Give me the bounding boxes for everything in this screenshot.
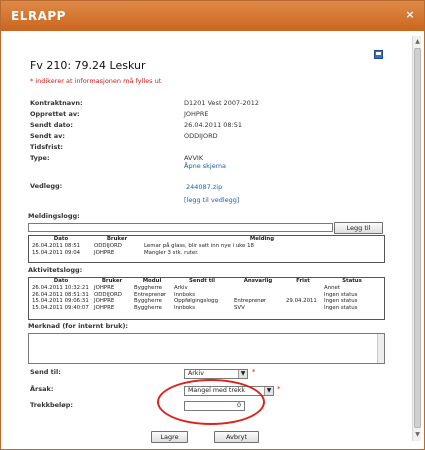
cell: 15.04.2011 09:06:31 [32, 298, 89, 304]
send-til-label: Send til: [30, 368, 61, 376]
sendt-dato-label: Sendt dato: [30, 121, 73, 129]
merknad-textarea[interactable] [28, 333, 385, 364]
cell: JOHPRE [94, 249, 115, 256]
attachment-link[interactable]: 244087.zip [186, 183, 222, 191]
cell: Innboks [174, 304, 196, 311]
cell: Ingen status [324, 304, 358, 311]
col-bruker: Bruker [106, 236, 128, 242]
table-row: 15.04.2011 09:40:07 JOHPRE Byggherre Inn… [30, 305, 382, 312]
window-title: ELRAPP [11, 9, 66, 23]
sendt-av-label: Sendt av: [30, 132, 65, 140]
message-input[interactable] [28, 223, 333, 232]
cell: 29.04.2011 [286, 298, 317, 304]
send-til-value: Arkiv [188, 370, 205, 377]
tidsfrist-label: Tidsfrist: [30, 143, 64, 151]
opprettet-value: JOHPRE [184, 110, 209, 118]
chevron-down-icon[interactable]: ▼ [238, 370, 247, 378]
type-value: AVVIK [184, 154, 204, 162]
table-row: 15.04.2011 09:04 JOHPRE Mangler 3 stk. r… [30, 250, 382, 257]
save-button[interactable]: Lagre [151, 431, 188, 443]
cell: 15.04.2011 09:40:07 [32, 304, 89, 311]
send-til-select[interactable]: Arkiv ▼ [184, 369, 248, 379]
elrapp-dialog: ELRAPP × Fv 210: 79.24 Leskur * indikere… [0, 0, 425, 450]
kontraktnavn-value: D1201 Vest 2007-2012 [184, 99, 259, 107]
textarea-scrollbar[interactable] [377, 334, 384, 363]
meldingslogg-label: Meldingslogg: [28, 212, 80, 220]
required-star: * [252, 368, 256, 376]
message-log-table: Dato Bruker Melding 26.04.2011 08:51 ODD… [30, 236, 382, 256]
table-row: 15.04.2011 09:06:31 JOHPRE Byggherre Opp… [30, 298, 382, 305]
add-message-button[interactable]: Legg til [334, 222, 383, 234]
col-dato: Dato [53, 278, 69, 284]
cancel-button[interactable]: Avbryt [214, 431, 259, 443]
col-status: Status [342, 278, 362, 284]
kontraktnavn-label: Kontraktnavn: [30, 99, 83, 107]
col-bruker: Bruker [101, 278, 123, 284]
titlebar: ELRAPP × [1, 1, 424, 31]
required-note: * indikerer at informasjonen må fylles u… [30, 77, 162, 85]
cell: Mangler 3 stk. ruter. [144, 249, 199, 256]
type-label: Type: [30, 154, 50, 162]
col-dato: Dato [53, 236, 69, 242]
opprettet-label: Opprettet av: [30, 110, 80, 118]
cell: 15.04.2011 09:04 [32, 249, 81, 256]
chevron-down-icon[interactable]: ▼ [264, 387, 273, 395]
cell: JOHPRE [94, 304, 115, 311]
activity-log-table: Dato Bruker Modul Sendt til Ansvarlig Fr… [30, 278, 382, 311]
vertical-scrollbar[interactable]: ▲ ▼ [412, 36, 421, 441]
trekk-label: Trekkbeløp: [30, 401, 73, 409]
col-ansvarlig: Ansvarlig [243, 278, 273, 284]
aktivitetslogg-label: Aktivitetslogg: [28, 266, 83, 274]
cell: Byggherre [134, 304, 163, 311]
arsak-label: Årsak: [30, 385, 54, 393]
col-sendt-til: Sendt til [189, 278, 215, 284]
cell: 26.04.2011 10:32:21 [32, 285, 89, 291]
vedlegg-label: Vedlegg: [30, 182, 63, 190]
col-modul: Modul [142, 278, 162, 284]
sendt-dato-value: 26.04.2011 08:51 [184, 121, 243, 129]
add-attachment-link[interactable]: [legg til vedlegg] [184, 196, 239, 204]
sendt-av-value: ODDIJORD [184, 132, 218, 140]
open-form-link[interactable]: Åpne skjema [184, 162, 226, 170]
merknad-label: Merknad (for internt bruk): [28, 322, 129, 330]
cell [284, 305, 322, 312]
scroll-down-icon[interactable]: ▼ [414, 431, 421, 439]
scroll-thumb[interactable] [414, 48, 421, 428]
save-icon[interactable] [374, 50, 383, 59]
page-title: Fv 210: 79.24 Leskur [30, 59, 146, 72]
required-star: * [277, 385, 281, 393]
close-icon[interactable]: × [402, 7, 418, 23]
red-annotation-ellipse [157, 379, 265, 425]
scroll-up-icon[interactable]: ▲ [414, 38, 421, 46]
col-melding: Melding [249, 236, 275, 242]
cell: SVV [234, 304, 245, 311]
col-frist: Frist [296, 278, 310, 284]
